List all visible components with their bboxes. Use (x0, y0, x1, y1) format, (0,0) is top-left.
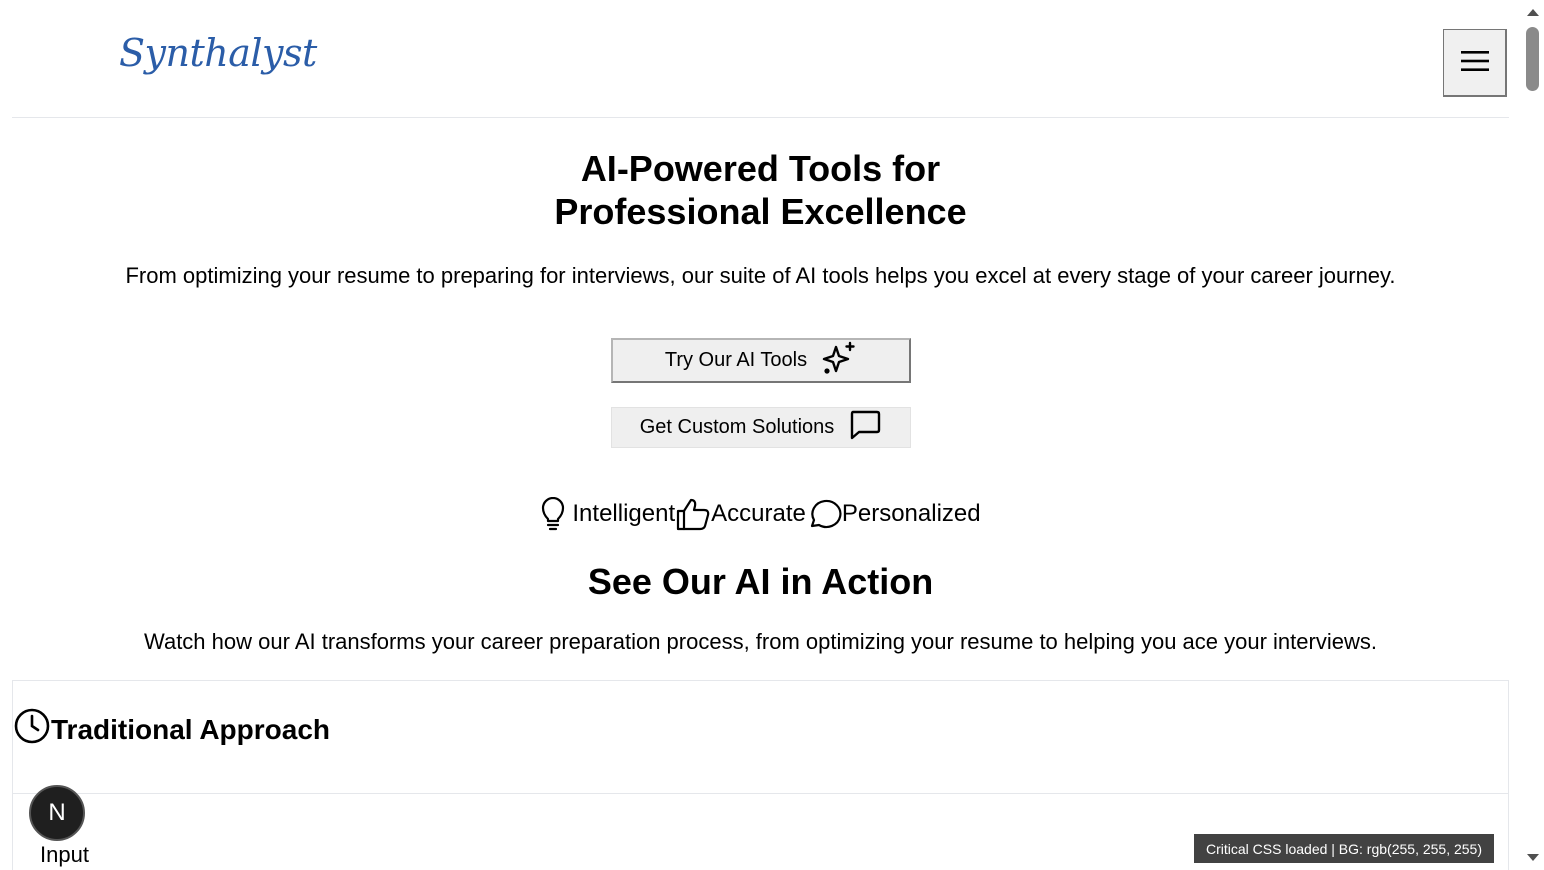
feature-label: Personalized (841, 500, 981, 527)
dev-badge-label: Input (38, 842, 91, 868)
page-viewport: Synthalyst AI-Powered Tools for Professi… (0, 0, 1522, 870)
try-ai-tools-button[interactable]: Try Our AI Tools (611, 338, 911, 383)
feature-label: Accurate (711, 500, 806, 527)
message-square-icon (848, 409, 882, 447)
scroll-down-arrow-icon[interactable] (1525, 850, 1541, 866)
scroll-thumb[interactable] (1526, 27, 1539, 91)
get-custom-solutions-button[interactable]: Get Custom Solutions (611, 407, 911, 448)
clock-icon (13, 707, 51, 752)
hero-title-line1: AI-Powered Tools for (580, 148, 941, 189)
section-title: See Our AI in Action (587, 561, 934, 602)
menu-button[interactable] (1443, 29, 1507, 97)
feature-personalized: Personalized (806, 497, 981, 531)
dev-badge-letter: N (48, 799, 66, 826)
panel-header: Traditional Approach (13, 681, 1508, 794)
status-toast: Critical CSS loaded | BG: rgb(255, 255, … (1194, 834, 1495, 863)
dev-tools-badge[interactable]: N (29, 785, 85, 841)
panel-title: Traditional Approach (13, 707, 330, 752)
lightbulb-icon (540, 497, 566, 531)
hero-subtitle: From optimizing your resume to preparing… (125, 263, 1396, 288)
feature-accurate: Accurate (675, 497, 806, 531)
thumbs-up-icon (675, 497, 711, 531)
feature-label: Intelligent (572, 500, 676, 527)
panel-title-text: Traditional Approach (51, 713, 330, 745)
hero-title-line2: Professional Excellence (554, 191, 967, 232)
vertical-scrollbar[interactable] (1522, 0, 1544, 870)
section-subtitle: Watch how our AI transforms your career … (144, 629, 1377, 654)
hamburger-menu-icon (1460, 50, 1489, 75)
get-custom-solutions-label: Get Custom Solutions (639, 416, 835, 438)
message-circle-icon (806, 497, 842, 531)
feature-list: Intelligent Accurate Personalized (0, 496, 1521, 532)
sparkles-icon (821, 341, 857, 381)
site-header: Synthalyst (12, 0, 1509, 118)
try-ai-tools-label: Try Our AI Tools (664, 349, 808, 371)
hero-title: AI-Powered Tools for Professional Excell… (0, 147, 1521, 233)
feature-intelligent: Intelligent (540, 497, 675, 531)
scroll-up-arrow-icon[interactable] (1525, 4, 1541, 20)
logo[interactable]: Synthalyst (119, 34, 317, 72)
